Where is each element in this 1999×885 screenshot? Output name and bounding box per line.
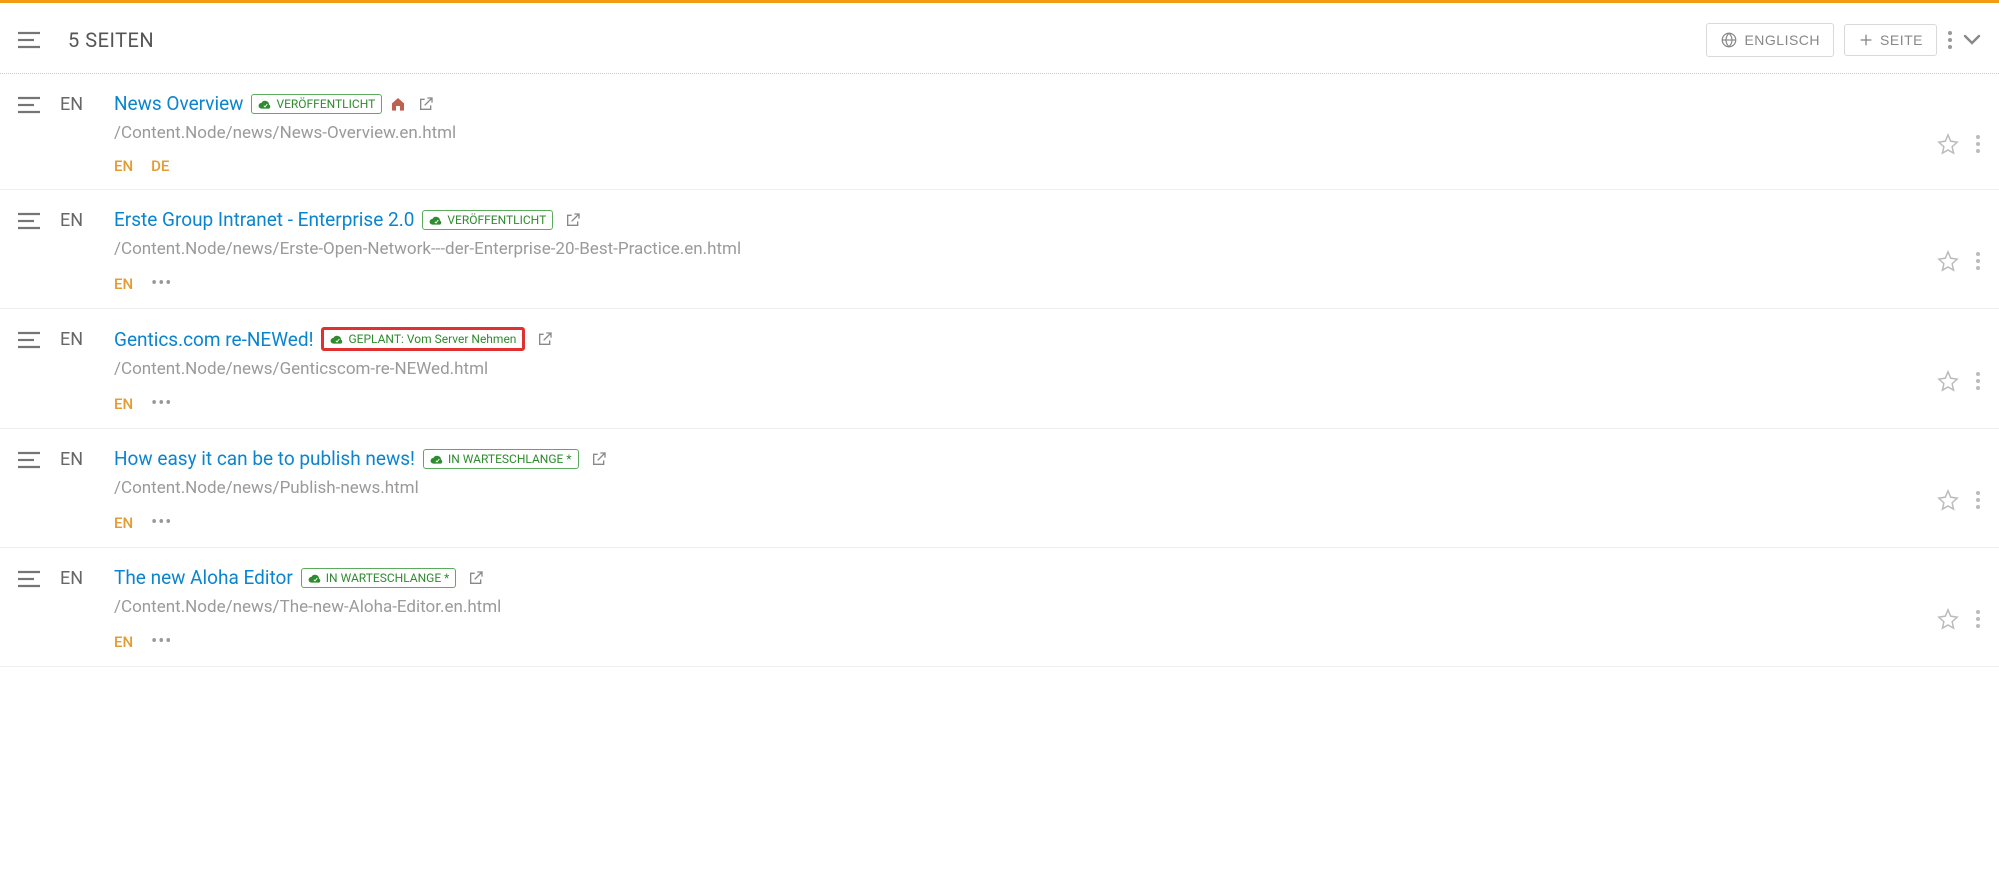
- row-more-icon[interactable]: [1975, 490, 1981, 510]
- page-title[interactable]: How easy it can be to publish news!: [114, 447, 415, 470]
- page-title[interactable]: News Overview: [114, 92, 243, 115]
- lang-variants: EN •••: [114, 393, 1937, 414]
- row-language: EN: [60, 329, 94, 350]
- row-language: EN: [60, 210, 94, 231]
- hamburger-icon[interactable]: [18, 31, 40, 49]
- star-icon[interactable]: [1937, 250, 1959, 272]
- status-badge: GEPLANT: Vom Server Nehmen: [321, 327, 525, 351]
- row-language: EN: [60, 449, 94, 470]
- row-content: News Overview VERÖFFENTLICHT /Content.No…: [114, 92, 1937, 175]
- row-actions: [1937, 250, 1981, 272]
- page-list: ENNews Overview VERÖFFENTLICHT /Content.…: [0, 74, 1999, 667]
- status-text: VERÖFFENTLICHT: [276, 97, 375, 111]
- row-language: EN: [60, 94, 94, 115]
- more-variants-icon[interactable]: •••: [151, 512, 172, 533]
- page-title[interactable]: The new Aloha Editor: [114, 566, 293, 589]
- row-actions: [1937, 133, 1981, 155]
- row-actions: [1937, 370, 1981, 392]
- lang-variants: EN DE: [114, 157, 1937, 175]
- lang-variant[interactable]: EN: [114, 514, 133, 532]
- lang-variant[interactable]: EN: [114, 157, 133, 175]
- add-page-button[interactable]: SEITE: [1844, 24, 1937, 56]
- globe-icon: [1720, 31, 1738, 49]
- cloud-icon: [429, 215, 443, 225]
- status-text: VERÖFFENTLICHT: [447, 213, 546, 227]
- open-external-icon[interactable]: [468, 570, 484, 586]
- star-icon[interactable]: [1937, 370, 1959, 392]
- row-more-icon[interactable]: [1975, 371, 1981, 391]
- row-content: Gentics.com re-NEWed! GEPLANT: Vom Serve…: [114, 327, 1937, 414]
- lang-variant[interactable]: EN: [114, 395, 133, 413]
- row-more-icon[interactable]: [1975, 251, 1981, 271]
- page-title[interactable]: Erste Group Intranet - Enterprise 2.0: [114, 208, 414, 231]
- lang-variant[interactable]: EN: [114, 275, 133, 293]
- page-path: /Content.Node/news/Erste-Open-Network---…: [114, 239, 1937, 259]
- cloud-icon: [258, 99, 272, 109]
- row-language: EN: [60, 568, 94, 589]
- lang-variants: EN •••: [114, 273, 1937, 294]
- cloud-icon: [430, 454, 444, 464]
- page-type-icon: [18, 96, 40, 114]
- page-count: 5 SEITEN: [68, 28, 1706, 52]
- lang-variants: EN •••: [114, 512, 1937, 533]
- row-actions: [1937, 608, 1981, 630]
- list-item: ENThe new Aloha Editor IN WARTESCHLANGE …: [0, 548, 1999, 667]
- page-type-icon: [18, 570, 40, 588]
- row-content: Erste Group Intranet - Enterprise 2.0 VE…: [114, 208, 1937, 294]
- more-options-icon[interactable]: [1947, 30, 1953, 50]
- page-path: /Content.Node/news/The-new-Aloha-Editor.…: [114, 597, 1937, 617]
- lang-variant[interactable]: EN: [114, 633, 133, 651]
- chevron-down-icon[interactable]: [1963, 34, 1981, 46]
- row-content: How easy it can be to publish news! IN W…: [114, 447, 1937, 533]
- status-badge: IN WARTESCHLANGE *: [423, 449, 579, 469]
- row-actions: [1937, 489, 1981, 511]
- status-text: IN WARTESCHLANGE *: [326, 571, 450, 585]
- lang-variants: EN •••: [114, 631, 1937, 652]
- star-icon[interactable]: [1937, 608, 1959, 630]
- cloud-icon: [330, 334, 344, 344]
- page-path: /Content.Node/news/Publish-news.html: [114, 478, 1937, 498]
- open-external-icon[interactable]: [591, 451, 607, 467]
- open-external-icon[interactable]: [418, 96, 434, 112]
- toolbar: 5 SEITEN ENGLISCH SEITE: [0, 3, 1999, 74]
- row-more-icon[interactable]: [1975, 609, 1981, 629]
- page-type-icon: [18, 212, 40, 230]
- page-title[interactable]: Gentics.com re-NEWed!: [114, 328, 313, 351]
- page-type-icon: [18, 451, 40, 469]
- star-icon[interactable]: [1937, 489, 1959, 511]
- more-variants-icon[interactable]: •••: [151, 273, 172, 294]
- open-external-icon[interactable]: [537, 331, 553, 347]
- status-badge: VERÖFFENTLICHT: [251, 94, 382, 114]
- status-text: IN WARTESCHLANGE *: [448, 452, 572, 466]
- page-path: /Content.Node/news/Genticscom-re-NEWed.h…: [114, 359, 1937, 379]
- page-type-icon: [18, 331, 40, 349]
- list-item: ENErste Group Intranet - Enterprise 2.0 …: [0, 190, 1999, 309]
- status-badge: IN WARTESCHLANGE *: [301, 568, 457, 588]
- status-badge: VERÖFFENTLICHT: [422, 210, 553, 230]
- plus-icon: [1858, 32, 1874, 48]
- row-more-icon[interactable]: [1975, 134, 1981, 154]
- language-button[interactable]: ENGLISCH: [1706, 23, 1834, 57]
- star-icon[interactable]: [1937, 133, 1959, 155]
- page-path: /Content.Node/news/News-Overview.en.html: [114, 123, 1937, 143]
- list-item: ENHow easy it can be to publish news! IN…: [0, 429, 1999, 548]
- more-variants-icon[interactable]: •••: [151, 631, 172, 652]
- status-text: GEPLANT: Vom Server Nehmen: [348, 332, 516, 346]
- cloud-icon: [308, 573, 322, 583]
- list-item: ENNews Overview VERÖFFENTLICHT /Content.…: [0, 74, 1999, 190]
- list-item: ENGentics.com re-NEWed! GEPLANT: Vom Ser…: [0, 309, 1999, 429]
- open-external-icon[interactable]: [565, 212, 581, 228]
- lang-variant[interactable]: DE: [151, 157, 169, 175]
- row-content: The new Aloha Editor IN WARTESCHLANGE * …: [114, 566, 1937, 652]
- home-icon: [390, 96, 406, 112]
- more-variants-icon[interactable]: •••: [151, 393, 172, 414]
